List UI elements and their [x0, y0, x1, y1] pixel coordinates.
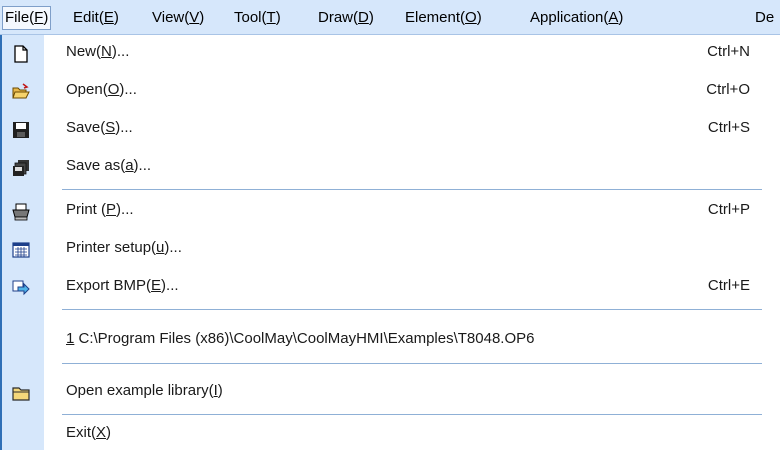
menu-de-label: De [755, 9, 775, 26]
menu-tool-label-end: ) [275, 9, 281, 26]
menu-de-truncated[interactable]: De [755, 7, 774, 29]
label-mnemonic: N [101, 43, 112, 60]
menu-element-label: Element( [405, 9, 466, 26]
label-text-end: ) [217, 382, 223, 399]
menu-item-open-example-library[interactable]: Open example library(I) [0, 374, 762, 412]
label-text: Save( [66, 119, 106, 136]
menu-item-open-label: Open(O)... [66, 81, 137, 98]
menu-item-export-bmp-label: Export BMP(E)... [66, 277, 179, 294]
menu-application-label: Application( [530, 9, 609, 26]
label-text: Printer setup( [66, 239, 157, 256]
label-text: Save as( [66, 157, 126, 174]
menu-draw-key: D [358, 9, 369, 26]
menu-view[interactable]: View(V) [152, 7, 204, 29]
label-text: Export BMP( [66, 277, 152, 294]
menu-view-key: V [189, 9, 200, 26]
label-text: Exit( [66, 424, 96, 441]
menu-edit[interactable]: Edit(E) [73, 7, 119, 29]
menu-file-label-end: ) [43, 9, 49, 26]
label-text-end: )... [116, 201, 134, 218]
label-text-end: ) [106, 424, 112, 441]
menu-separator [62, 414, 762, 415]
save-as-icon [12, 159, 30, 177]
shortcut-ctrl-p: Ctrl+P [707, 201, 750, 218]
new-document-icon [12, 45, 30, 63]
printer-setup-icon [12, 241, 30, 259]
menu-application-label-end: ) [618, 9, 624, 26]
label-mnemonic: a [125, 157, 134, 174]
menu-bar: File(F) Edit(E) View(V) Tool(T) Draw(D) … [0, 0, 780, 35]
menu-edit-key: E [103, 9, 114, 26]
menu-draw-label: Draw( [318, 9, 358, 26]
menu-item-open[interactable]: Open(O)... Ctrl+O [0, 73, 762, 111]
label-text-end: )... [119, 81, 137, 98]
label-text-end: )... [164, 239, 182, 256]
label-text: Open( [66, 81, 108, 98]
menu-item-recent-file-1[interactable]: 1 C:\Program Files (x86)\CoolMay\CoolMay… [0, 322, 762, 360]
shortcut-ctrl-s: Ctrl+S [707, 119, 750, 136]
menu-item-save-label: Save(S)... [66, 119, 133, 136]
label-mnemonic: E [151, 277, 162, 294]
menu-separator [62, 309, 762, 310]
menu-separator [62, 189, 762, 190]
menu-tool[interactable]: Tool(T) [234, 7, 281, 29]
menu-view-label-end: ) [199, 9, 205, 26]
shortcut-ctrl-o: Ctrl+O [706, 81, 750, 98]
label-text-end: )... [115, 119, 133, 136]
label-mnemonic: X [96, 424, 107, 441]
menu-tool-label: Tool( [234, 9, 267, 26]
menu-item-new-label: New(N)... [66, 43, 129, 60]
menu-item-new[interactable]: New(N)... Ctrl+N [0, 35, 762, 73]
menu-item-save-as[interactable]: Save as(a)... [0, 149, 762, 187]
label-text-end: )... [111, 43, 130, 60]
menu-item-printer-setup[interactable]: Printer setup(u)... [0, 231, 762, 269]
floppy-disk-icon [12, 121, 30, 139]
menu-separator [62, 363, 762, 364]
menu-element-label-end: ) [476, 9, 482, 26]
folder-icon [12, 384, 30, 402]
label-text: Print ( [66, 201, 107, 218]
menu-application-key: A [608, 9, 619, 26]
menu-item-exit-label: Exit(X) [66, 424, 111, 441]
menu-item-open-example-library-label: Open example library(I) [66, 382, 223, 399]
menu-item-save-as-label: Save as(a)... [66, 157, 151, 174]
open-folder-icon [12, 83, 30, 101]
menu-draw-label-end: ) [368, 9, 374, 26]
export-arrow-icon [12, 279, 30, 297]
shortcut-ctrl-e: Ctrl+E [707, 277, 750, 294]
menu-edit-label-end: ) [113, 9, 119, 26]
menu-edit-label: Edit( [73, 9, 104, 26]
menu-tool-key: T [266, 9, 276, 26]
label-text: New( [66, 43, 102, 60]
shortcut-ctrl-n: Ctrl+N [707, 43, 750, 60]
menu-item-save[interactable]: Save(S)... Ctrl+S [0, 111, 762, 149]
menu-file-key: F [34, 9, 44, 26]
printer-icon [12, 203, 30, 221]
menu-draw[interactable]: Draw(D) [318, 7, 374, 29]
file-dropdown-menu: New(N)... Ctrl+N Open(O)... Ctrl+O Save(… [0, 35, 762, 450]
label-text-end: C:\Program Files (x86)\CoolMay\CoolMayHM… [74, 330, 535, 347]
menu-file-label: File( [5, 9, 35, 26]
menu-item-exit[interactable]: Exit(X) [0, 416, 762, 454]
menu-element[interactable]: Element(O) [405, 7, 482, 29]
menu-file[interactable]: File(F) [2, 6, 52, 30]
label-text-end: )... [133, 157, 152, 174]
menu-view-label: View( [152, 9, 190, 26]
menu-item-print-label: Print (P)... [66, 201, 134, 218]
menu-item-export-bmp[interactable]: Export BMP(E)... Ctrl+E [0, 269, 762, 307]
menu-item-recent-file-label: 1 C:\Program Files (x86)\CoolMay\CoolMay… [66, 330, 535, 347]
label-mnemonic: O [107, 81, 120, 98]
menu-element-key: O [465, 9, 477, 26]
label-text: Open example library( [66, 382, 214, 399]
menu-item-print[interactable]: Print (P)... Ctrl+P [0, 193, 762, 231]
label-mnemonic: P [106, 201, 117, 218]
menu-item-printer-setup-label: Printer setup(u)... [66, 239, 182, 256]
menu-application[interactable]: Application(A) [530, 7, 623, 29]
label-text-end: )... [161, 277, 179, 294]
label-mnemonic: S [105, 119, 116, 136]
